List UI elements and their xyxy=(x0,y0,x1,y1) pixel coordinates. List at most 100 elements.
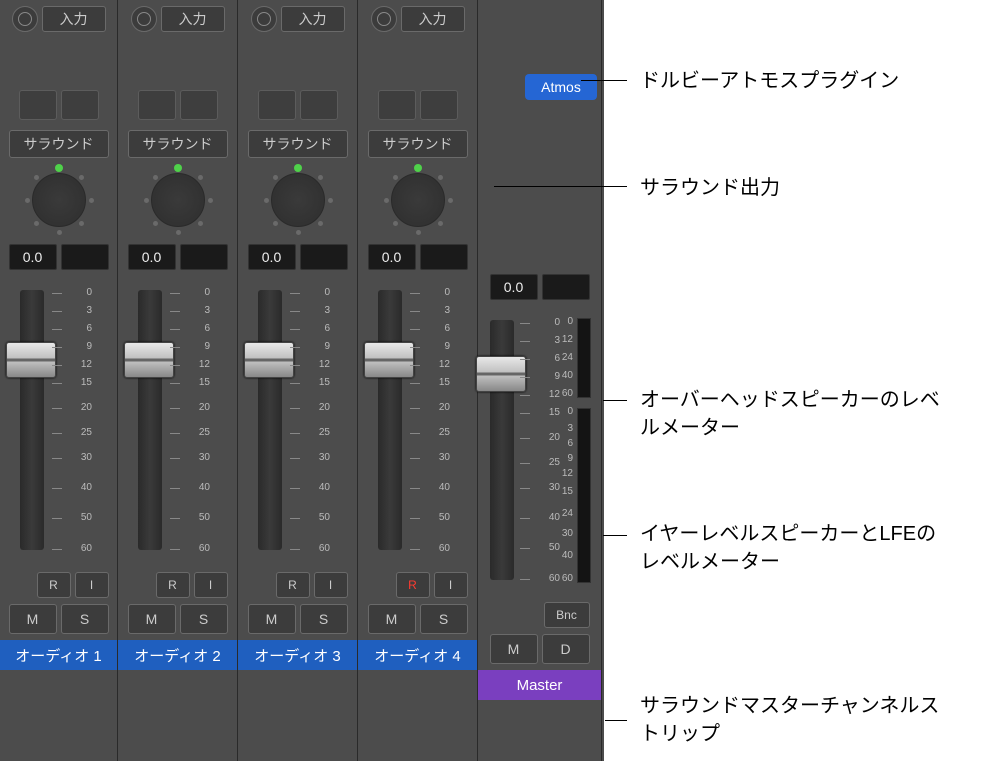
plugin-slot[interactable] xyxy=(11,40,107,82)
peak-display[interactable] xyxy=(61,244,109,270)
callout-leader xyxy=(581,80,627,81)
plugin-slot[interactable] xyxy=(130,40,226,82)
plugin-slot[interactable] xyxy=(370,40,466,82)
callout-leader xyxy=(603,400,627,401)
surround-panner[interactable] xyxy=(23,164,95,236)
fader-handle[interactable] xyxy=(6,342,56,378)
solo-button[interactable]: S xyxy=(300,604,348,634)
gain-value[interactable]: 0.0 xyxy=(490,274,538,300)
callout-atmos: ドルビーアトモスプラグイン xyxy=(640,67,899,95)
send-slot[interactable] xyxy=(138,90,176,120)
channel-master: Atmos 0.0 03691215202530405060 012244060… xyxy=(478,0,602,761)
solo-button[interactable]: S xyxy=(420,604,468,634)
earlevel-lfe-level-meter: 0369121524304060 xyxy=(555,408,591,583)
callout-leader xyxy=(494,186,627,187)
surround-panner[interactable] xyxy=(382,164,454,236)
channel-name[interactable]: オーディオ 3 xyxy=(238,640,357,670)
input-button[interactable]: 入力 xyxy=(42,6,106,32)
atmos-plugin-button[interactable]: Atmos xyxy=(525,74,597,100)
fader-area: 03691215202530405060 xyxy=(0,280,117,570)
master-fader-area: 03691215202530405060 012244060 036912152… xyxy=(478,310,601,600)
fader-track[interactable] xyxy=(258,290,282,550)
callout-leader xyxy=(605,720,627,721)
channel-name[interactable]: Master xyxy=(478,670,601,700)
gain-value[interactable]: 0.0 xyxy=(9,244,57,270)
fader-track[interactable] xyxy=(20,290,44,550)
fader-handle[interactable] xyxy=(476,356,526,392)
power-icon[interactable] xyxy=(251,6,277,32)
peak-display[interactable] xyxy=(542,274,590,300)
output-button[interactable]: サラウンド xyxy=(368,130,468,158)
mute-button[interactable]: M xyxy=(248,604,296,634)
plugin-slot[interactable] xyxy=(250,40,346,82)
record-enable-button[interactable]: R xyxy=(396,572,430,598)
gain-value[interactable]: 0.0 xyxy=(368,244,416,270)
send-slot[interactable] xyxy=(180,90,218,120)
send-slot[interactable] xyxy=(300,90,338,120)
output-button[interactable]: サラウンド xyxy=(9,130,109,158)
power-icon[interactable] xyxy=(131,6,157,32)
pan-position-icon xyxy=(174,164,182,172)
send-slot[interactable] xyxy=(61,90,99,120)
channel-audio-2: 入力 サラウンド 0.0 03691215202530405060 R I M … xyxy=(118,0,238,761)
input-button[interactable]: 入力 xyxy=(161,6,225,32)
callout-leader xyxy=(603,535,627,536)
mute-button[interactable]: M xyxy=(9,604,57,634)
power-icon[interactable] xyxy=(371,6,397,32)
callout-masterstrip: サラウンドマスターチャンネルストリップ xyxy=(640,692,940,748)
send-slot[interactable] xyxy=(420,90,458,120)
dim-button[interactable]: D xyxy=(542,634,590,664)
surround-panner[interactable] xyxy=(142,164,214,236)
pan-position-icon xyxy=(294,164,302,172)
gain-value[interactable]: 0.0 xyxy=(128,244,176,270)
channel-audio-4: 入力 サラウンド 0.0 03691215202530405060 R I M … xyxy=(358,0,478,761)
send-slot[interactable] xyxy=(378,90,416,120)
fader-handle[interactable] xyxy=(364,342,414,378)
fader-scale: 03691215202530405060 xyxy=(290,288,334,554)
output-button[interactable]: サラウンド xyxy=(128,130,228,158)
input-monitor-button[interactable]: I xyxy=(434,572,468,598)
mixer: 入力 サラウンド 0.0 03691215202530405060 R I M … xyxy=(0,0,604,761)
pan-position-icon xyxy=(55,164,63,172)
mute-button[interactable]: M xyxy=(490,634,538,664)
peak-display[interactable] xyxy=(420,244,468,270)
send-slot[interactable] xyxy=(258,90,296,120)
solo-button[interactable]: S xyxy=(61,604,109,634)
power-icon[interactable] xyxy=(12,6,38,32)
bounce-button[interactable]: Bnc xyxy=(544,602,590,628)
mute-button[interactable]: M xyxy=(368,604,416,634)
surround-panner[interactable] xyxy=(262,164,334,236)
fader-handle[interactable] xyxy=(124,342,174,378)
input-monitor-button[interactable]: I xyxy=(75,572,109,598)
record-enable-button[interactable]: R xyxy=(37,572,71,598)
channel-audio-1: 入力 サラウンド 0.0 03691215202530405060 R I M … xyxy=(0,0,118,761)
callout-earlevel: イヤーレベルスピーカーとLFEのレベルメーター xyxy=(640,520,950,576)
channel-name[interactable]: オーディオ 2 xyxy=(118,640,237,670)
send-slot[interactable] xyxy=(19,90,57,120)
fader-track[interactable] xyxy=(138,290,162,550)
overhead-level-meter: 012244060 xyxy=(555,318,591,398)
gain-value[interactable]: 0.0 xyxy=(248,244,296,270)
peak-display[interactable] xyxy=(300,244,348,270)
callout-surround: サラウンド出力 xyxy=(640,174,780,202)
channel-audio-3: 入力 サラウンド 0.0 03691215202530405060 R I M … xyxy=(238,0,358,761)
output-button[interactable]: サラウンド xyxy=(248,130,348,158)
record-enable-button[interactable]: R xyxy=(156,572,190,598)
fader-handle[interactable] xyxy=(244,342,294,378)
input-button[interactable]: 入力 xyxy=(401,6,465,32)
channel-name[interactable]: オーディオ 4 xyxy=(358,640,477,670)
pan-position-icon xyxy=(414,164,422,172)
peak-display[interactable] xyxy=(180,244,228,270)
input-monitor-button[interactable]: I xyxy=(314,572,348,598)
fader-scale: 03691215202530405060 xyxy=(52,288,96,554)
solo-button[interactable]: S xyxy=(180,604,228,634)
mute-button[interactable]: M xyxy=(128,604,176,634)
fader-track[interactable] xyxy=(378,290,402,550)
channel-name[interactable]: オーディオ 1 xyxy=(0,640,117,670)
record-enable-button[interactable]: R xyxy=(276,572,310,598)
fader-scale: 03691215202530405060 xyxy=(170,288,214,554)
input-monitor-button[interactable]: I xyxy=(194,572,228,598)
fader-scale: 03691215202530405060 xyxy=(410,288,454,554)
input-button[interactable]: 入力 xyxy=(281,6,345,32)
callout-overhead: オーバーヘッドスピーカーのレベルメーター xyxy=(640,386,940,442)
